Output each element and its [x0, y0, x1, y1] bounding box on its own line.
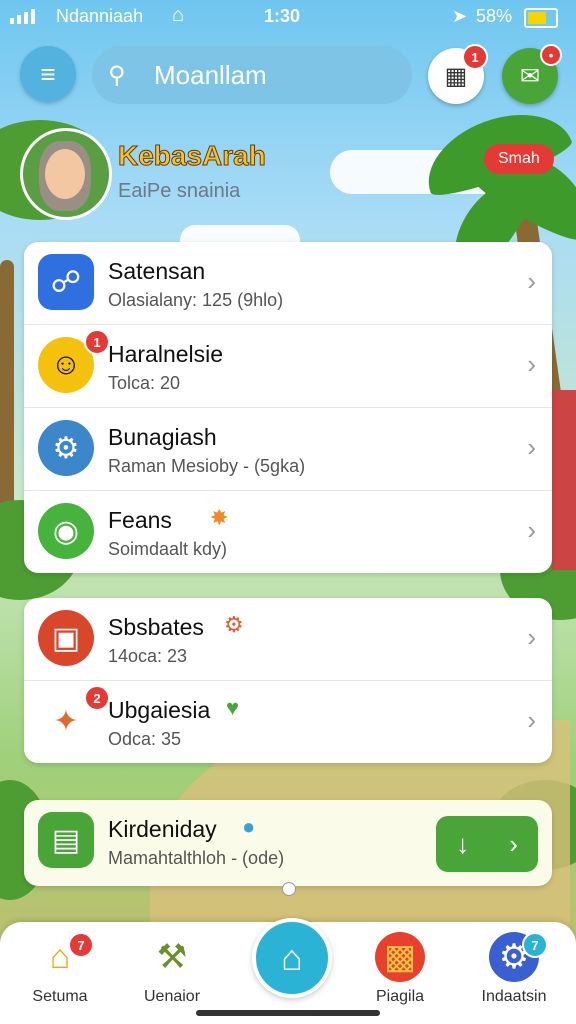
featured-subtitle: Mamahtalthloh - (ode): [108, 848, 285, 868]
list-item-subtitle: Tolca: 20: [108, 373, 181, 393]
secondary-list-card: ▣ Sbsbates ⚙ 14oca: 23 › ✦ 2 Ubgaiesia ♥…: [24, 598, 552, 763]
location-icon: ➤: [452, 6, 468, 26]
nav-badge: 7: [522, 932, 548, 958]
nav-badge: 7: [68, 932, 94, 958]
nav-item-uenaior[interactable]: ⚒ Uenaior: [124, 932, 220, 1006]
home-button[interactable]: ⌂: [252, 918, 332, 998]
list-item-subtitle: Raman Mesioby - (5gka): [108, 456, 306, 476]
wifi-icon: ⌂: [172, 4, 185, 26]
inbox-icon: ▦: [444, 62, 468, 90]
menu-icon: ≡: [40, 58, 56, 89]
list-item-title: Satensan: [108, 258, 206, 284]
list-item[interactable]: ☍ Satensan Olasialany: 125 (9hlo) ›: [24, 242, 552, 325]
profile-subtitle: EaiPe snainia: [118, 180, 241, 202]
nav-label: Uenaior: [143, 988, 201, 1005]
robot-icon: ⚙: [38, 420, 94, 476]
chat-button[interactable]: ✉ •: [502, 44, 562, 104]
home-indicator: [196, 1010, 380, 1016]
search-bar[interactable]: ⚲: [92, 46, 412, 104]
status-bar: Ndanniaah ⌂ 1:30 ➤ 58%: [0, 0, 576, 34]
battery-icon: [524, 8, 558, 28]
list-item[interactable]: ⚙ Bunagiash Raman Mesioby - (5gka) ›: [24, 408, 552, 491]
list-item-badge: 2: [84, 685, 110, 711]
heart-sticker-icon: ♥: [226, 695, 240, 720]
search-icon: ⚲: [108, 61, 126, 89]
chevron-right-icon: ›: [527, 432, 536, 462]
tv-icon: ▣: [38, 610, 94, 666]
list-item[interactable]: ✦ 2 Ubgaiesia ♥ Odca: 35 ›: [24, 681, 552, 763]
nav-item-setuma[interactable]: ⌂ 7 Setuma: [12, 932, 108, 1006]
inbox-badge: 1: [462, 44, 488, 70]
nav-label: Indaatsin: [481, 988, 547, 1005]
link-icon: ☍: [38, 254, 94, 310]
puzzle-icon: ✸: [210, 505, 229, 530]
chat-icon: ◉: [38, 503, 94, 559]
inbox-button[interactable]: ▦ 1: [428, 44, 488, 104]
main-list-card: ☍ Satensan Olasialany: 125 (9hlo) › ☺ 1 …: [24, 242, 552, 573]
game-icon: ▤: [38, 812, 94, 868]
chevron-right-icon: ›: [509, 828, 518, 859]
list-item-subtitle: Soimdaalt kdy): [108, 539, 228, 559]
list-item[interactable]: ◉ Feans ✸ Soimdaalt kdy) ›: [24, 491, 552, 573]
nav-label: Setuma: [32, 988, 88, 1005]
signal-icon: [10, 9, 35, 24]
list-item-subtitle: Odca: 35: [108, 729, 182, 749]
chevron-right-icon: ›: [527, 266, 536, 296]
chevron-right-icon: ›: [527, 705, 536, 735]
food-icon: ▩: [375, 932, 425, 982]
battery-percent: 58%: [476, 6, 513, 26]
list-item-title: Feans: [108, 507, 172, 533]
chevron-right-icon: ›: [527, 349, 536, 379]
list-item-title: Haralnelsie: [108, 341, 224, 367]
gear-sticker-icon: ⚙: [224, 612, 244, 637]
download-button[interactable]: ↓ ›: [436, 816, 538, 872]
chat-bubble-icon: ✉: [519, 62, 541, 90]
list-item-subtitle: 14oca: 23: [108, 646, 188, 666]
list-item[interactable]: ▣ Sbsbates ⚙ 14oca: 23 ›: [24, 598, 552, 681]
avatar[interactable]: [20, 128, 112, 220]
tools-icon: ⚒: [156, 938, 188, 976]
carrier-name: Ndanniaah: [56, 6, 144, 26]
home-icon: ⌂: [281, 937, 303, 978]
nav-item-piagila[interactable]: ▩ Piagila: [352, 932, 448, 1006]
list-item-title: Sbsbates: [108, 614, 204, 640]
menu-button[interactable]: ≡: [20, 46, 76, 102]
nav-item-indaatsin[interactable]: ⚙ 7 Indaatsin: [466, 932, 562, 1006]
list-item[interactable]: ☺ 1 Haralnelsie Tolca: 20 ›: [24, 325, 552, 408]
download-arrow-icon: ↓: [456, 828, 470, 859]
featured-card[interactable]: ▤ Kirdeniday ● Mamahtalthloh - (ode) ↓ ›: [24, 800, 552, 886]
chat-badge: •: [540, 44, 562, 66]
clock: 1:30: [264, 6, 301, 26]
drop-sticker-icon: ●: [242, 814, 256, 839]
list-item-subtitle: Olasialany: 125 (9hlo): [108, 290, 284, 310]
list-item-title: Bunagiash: [108, 424, 217, 450]
page-indicator: [282, 882, 296, 896]
list-item-title: Ubgaiesia: [108, 697, 211, 723]
featured-title: Kirdeniday: [108, 816, 217, 842]
profile-name: KebasArah: [118, 140, 267, 172]
search-input[interactable]: [152, 58, 396, 92]
chevron-right-icon: ›: [527, 622, 536, 652]
profile-action-pill[interactable]: Smah: [484, 144, 554, 174]
nav-label: Piagila: [375, 988, 425, 1005]
list-item-badge: 1: [84, 329, 110, 355]
chevron-right-icon: ›: [527, 515, 536, 545]
